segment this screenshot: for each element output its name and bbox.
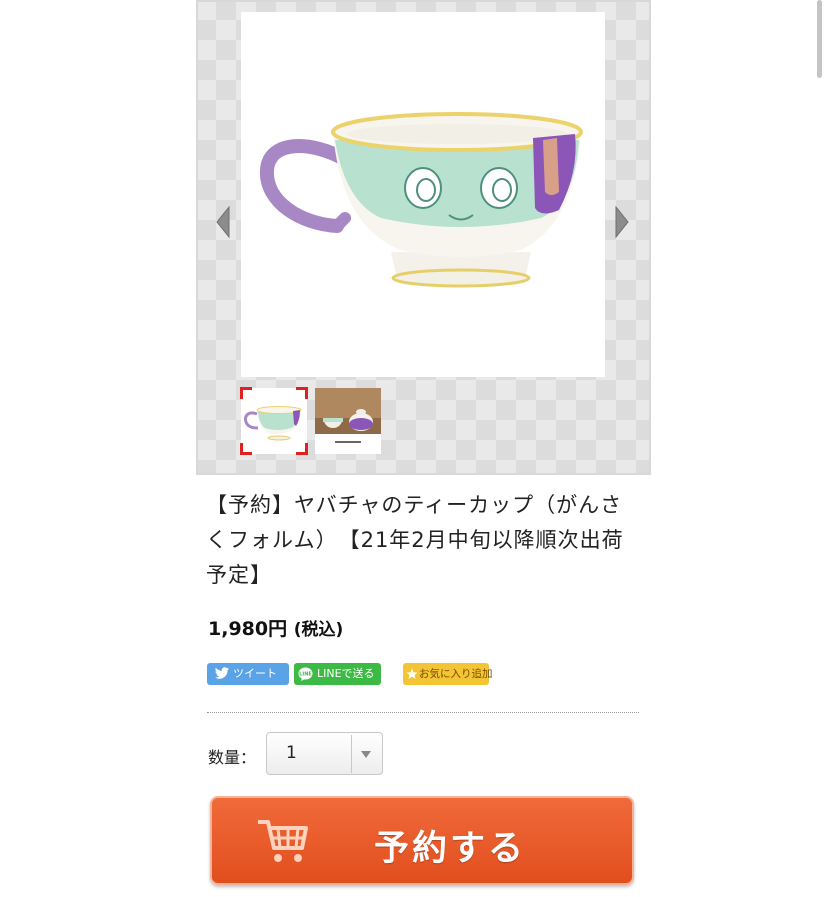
selected-corner — [296, 443, 308, 455]
tax-note: (税込) — [293, 620, 344, 640]
quantity-label: 数量： — [208, 748, 257, 767]
product-title: 【予約】ヤバチャのティーカップ（がんさくフォルム） 【21年2月中旬以降順次出荷… — [206, 493, 624, 587]
product-price: 1,980円 (税込) — [208, 614, 343, 641]
select-separator — [351, 735, 352, 773]
selected-corner — [296, 387, 308, 399]
line-share-button[interactable]: LINE LINEで送る — [294, 663, 381, 685]
favorite-label: お気に入り追加 — [419, 668, 493, 680]
line-label: LINEで送る — [317, 667, 375, 680]
svg-text:LINE: LINE — [299, 672, 312, 678]
reserve-button[interactable]: 予約する — [210, 796, 634, 885]
tweet-label: ツイート — [233, 667, 277, 680]
selected-corner — [240, 443, 252, 455]
chevron-down-icon — [361, 751, 371, 758]
divider — [207, 712, 639, 713]
thumbnail-teacup[interactable] — [240, 387, 308, 455]
quantity-select[interactable]: 1 — [266, 732, 383, 775]
thumbnail-teacup-and-teapot[interactable] — [315, 388, 381, 454]
teacup-teapot-thumbnail-image — [315, 388, 381, 454]
reserve-label: 予約する — [374, 829, 527, 869]
tweet-button[interactable]: ツイート — [207, 663, 289, 685]
line-logo-icon: LINE — [298, 667, 313, 681]
prev-image-arrow-icon[interactable] — [216, 205, 230, 239]
product-main-image[interactable] — [241, 12, 605, 377]
star-icon — [406, 668, 418, 679]
quantity-value: 1 — [286, 743, 297, 763]
next-image-arrow-icon[interactable] — [615, 205, 629, 239]
teacup-image — [260, 112, 583, 288]
twitter-bird-icon — [215, 667, 229, 679]
shopping-cart-icon — [258, 820, 308, 862]
product-gallery — [196, 0, 651, 475]
price-value: 1,980円 — [208, 618, 288, 640]
selected-corner — [240, 387, 252, 399]
add-favorite-button[interactable]: お気に入り追加 — [403, 663, 493, 685]
scrollbar[interactable] — [817, 0, 822, 78]
